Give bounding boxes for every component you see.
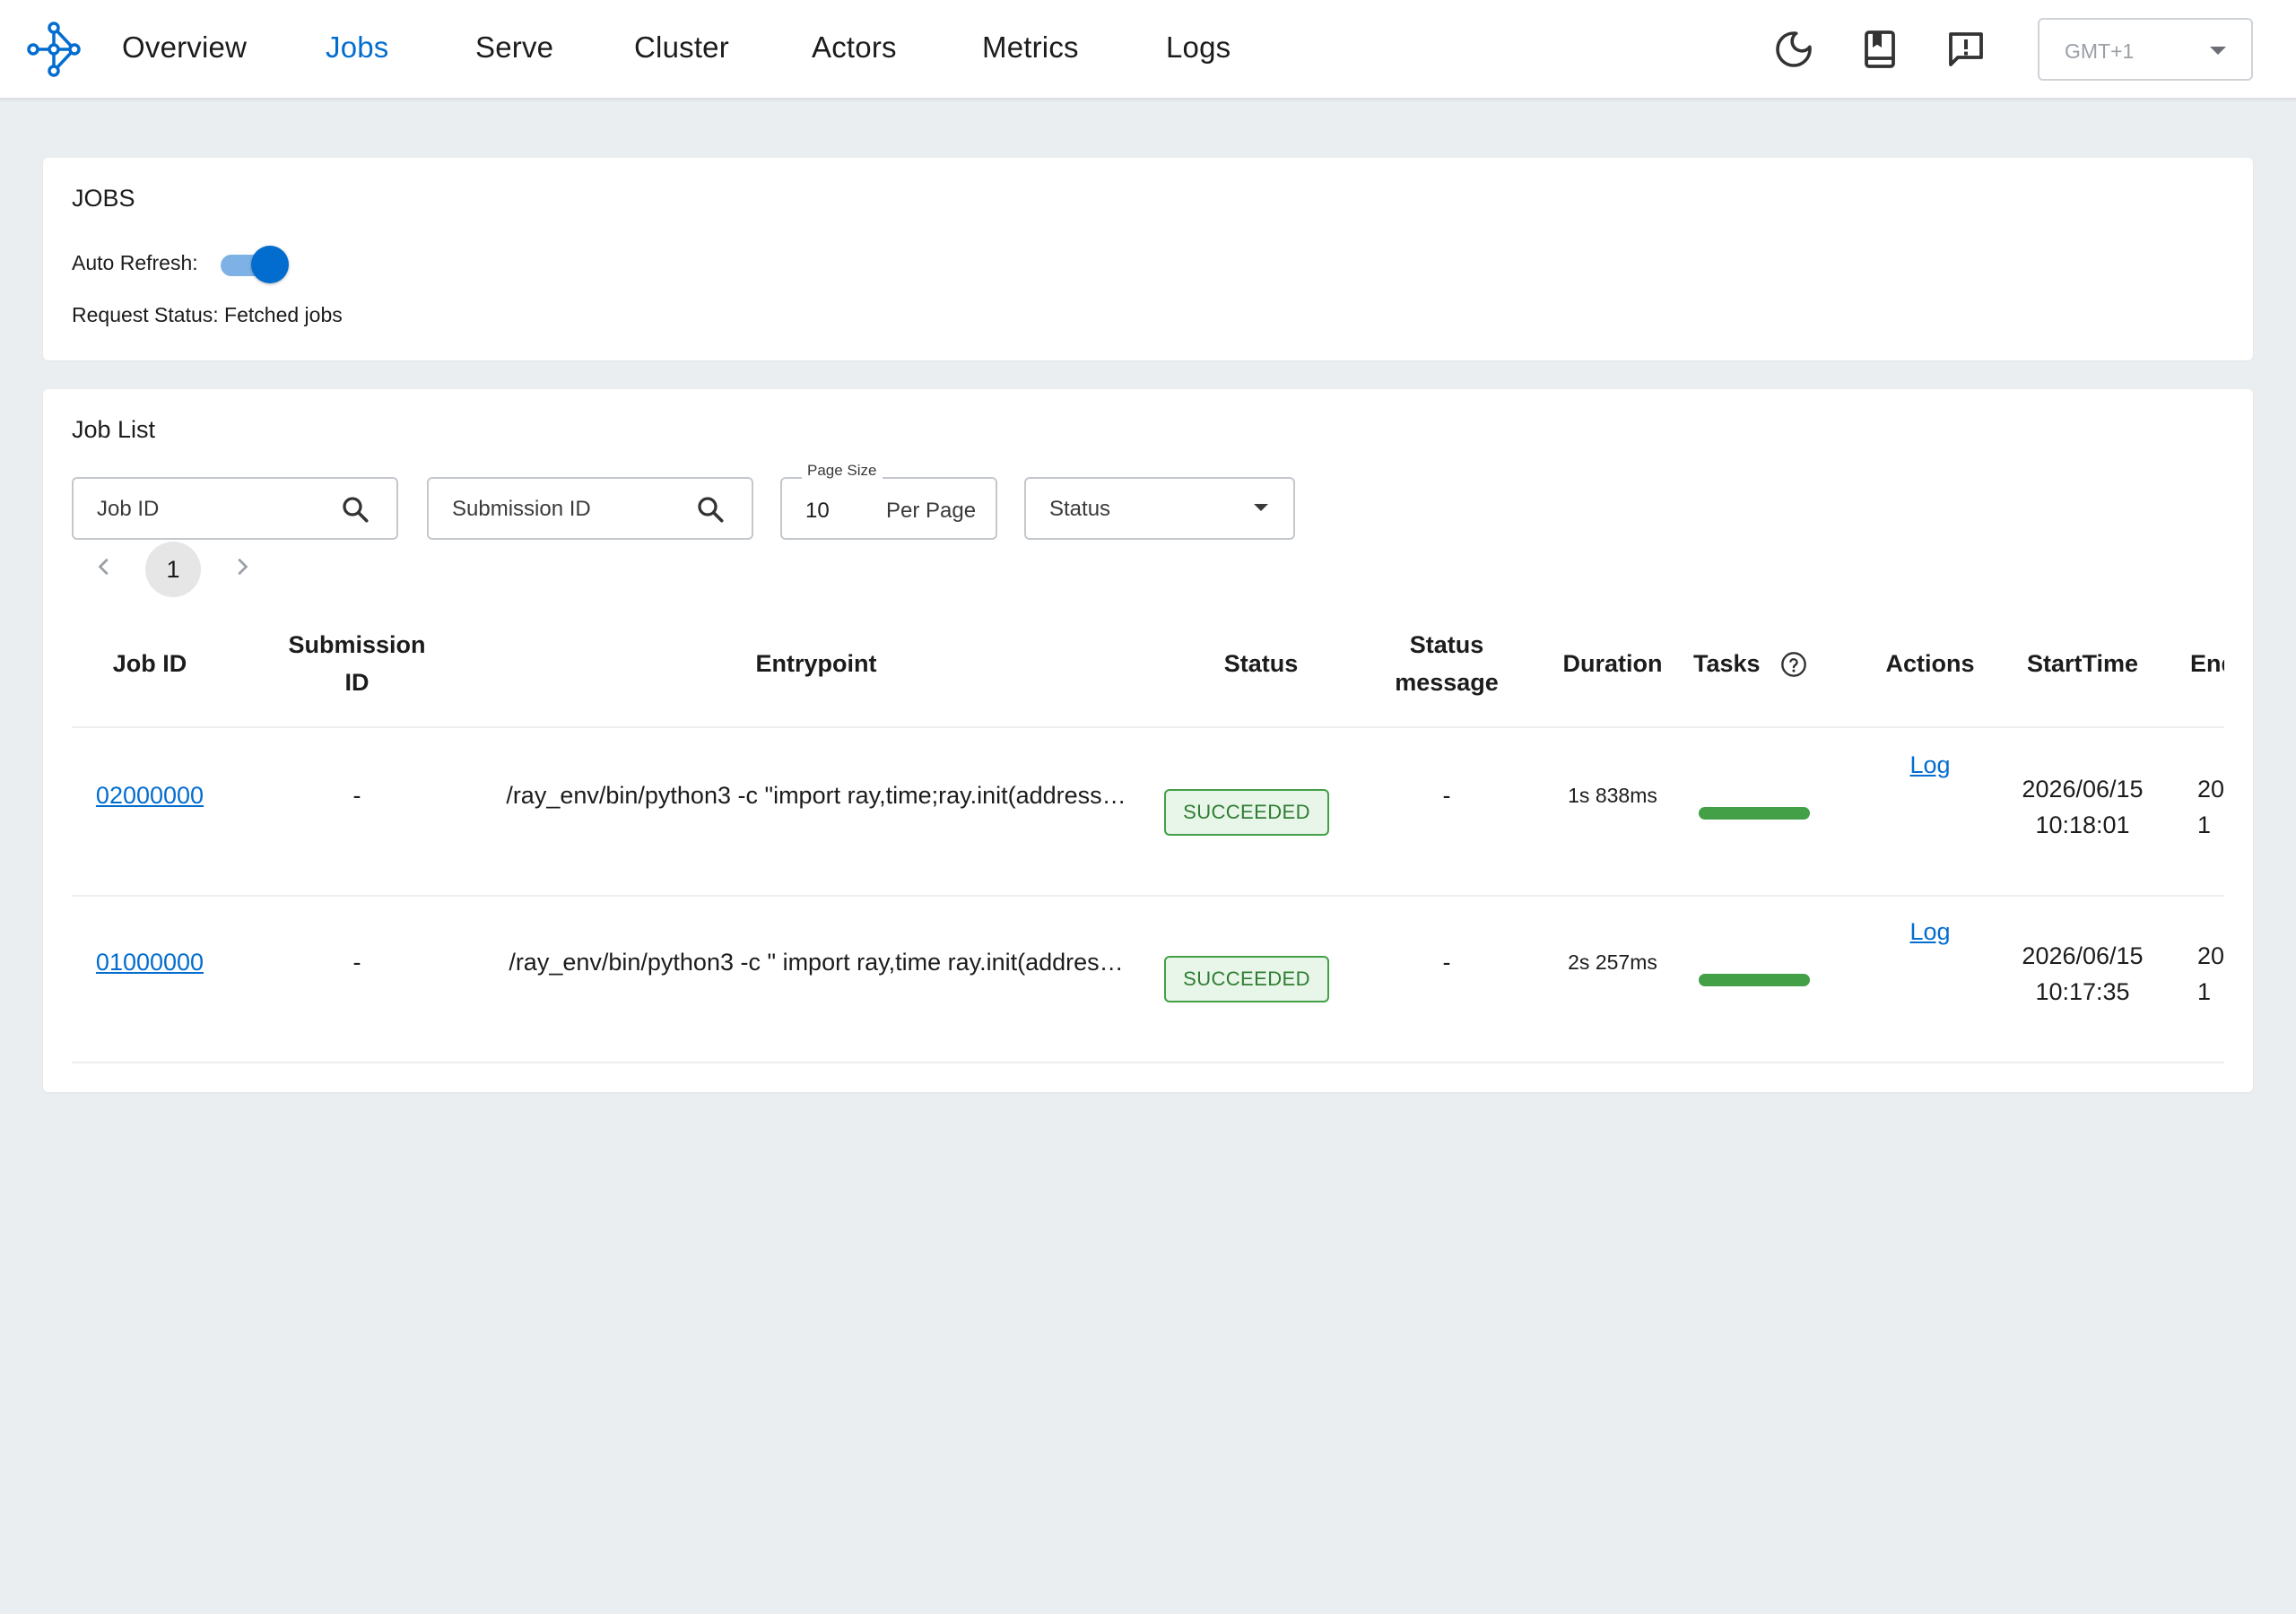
help-icon[interactable] bbox=[1779, 650, 1808, 679]
endtime-cell: 20 1 bbox=[2197, 776, 2224, 838]
row-divider bbox=[72, 895, 2224, 897]
auto-refresh-toggle[interactable] bbox=[221, 246, 289, 285]
nav-actors[interactable]: Actors bbox=[812, 30, 897, 65]
chevron-down-icon bbox=[2210, 47, 2226, 55]
status-message-cell: - bbox=[1442, 948, 1451, 976]
status-filter-placeholder: Status bbox=[1049, 497, 1111, 521]
status-badge: SUCCEEDED bbox=[1164, 789, 1329, 836]
page-button-current[interactable]: 1 bbox=[145, 542, 201, 597]
log-link[interactable]: Log bbox=[1876, 902, 1984, 961]
tasks-progress-bar bbox=[1699, 974, 1810, 986]
row-divider bbox=[72, 1062, 2224, 1063]
duration-cell: 1s 838ms bbox=[1568, 783, 1657, 807]
top-navbar: Overview Jobs Serve Cluster Actors Metri… bbox=[0, 0, 2296, 100]
jobs-card-title: JOBS bbox=[72, 185, 135, 212]
timezone-value: GMT+1 bbox=[2065, 39, 2135, 63]
job-id-link[interactable]: 01000000 bbox=[90, 933, 210, 992]
col-header-entrypoint[interactable]: Entrypoint bbox=[457, 603, 1175, 725]
search-icon[interactable] bbox=[694, 493, 726, 525]
col-header-duration[interactable]: Duration bbox=[1541, 603, 1684, 725]
nav-cluster[interactable]: Cluster bbox=[634, 30, 729, 65]
tasks-progress-bar bbox=[1699, 807, 1810, 820]
feedback-icon[interactable] bbox=[1944, 28, 1987, 71]
submission-id-cell: - bbox=[352, 781, 361, 809]
status-badge: SUCCEEDED bbox=[1164, 956, 1329, 1002]
starttime-cell: 2026/06/15 10:17:35 bbox=[2022, 942, 2144, 1005]
endtime-cell: 20 1 bbox=[2197, 942, 2224, 1005]
status-filter-select[interactable]: Status bbox=[1024, 477, 1295, 540]
entrypoint-cell: /ray_env/bin/python3 -c "import ray,time… bbox=[506, 781, 1126, 809]
starttime-cell: 2026/06/15 10:18:01 bbox=[2022, 776, 2144, 838]
submission-id-search-input[interactable]: Submission ID bbox=[427, 477, 753, 540]
nav-metrics[interactable]: Metrics bbox=[982, 30, 1079, 65]
nav-overview[interactable]: Overview bbox=[122, 30, 247, 65]
ray-logo-icon[interactable] bbox=[27, 22, 81, 77]
log-link[interactable]: Log bbox=[1876, 735, 1984, 794]
job-list-card: Job List Job ID Submission ID 10 Per Pag… bbox=[43, 389, 2253, 1092]
jobs-table: Job ID Submission ID Entrypoint Status St… bbox=[72, 603, 2224, 1069]
header-row-divider bbox=[72, 726, 2224, 728]
job-id-link[interactable]: 02000000 bbox=[90, 766, 210, 825]
auto-refresh-label: Auto Refresh: bbox=[72, 251, 198, 274]
jobs-card: JOBS Auto Refresh: Request Status: Fetch… bbox=[43, 158, 2253, 360]
page-size-input[interactable]: 10 Per Page bbox=[780, 477, 997, 540]
col-header-status[interactable]: Status bbox=[1171, 603, 1351, 725]
moon-icon[interactable] bbox=[1772, 28, 1815, 71]
search-icon[interactable] bbox=[339, 493, 371, 525]
submission-id-placeholder: Submission ID bbox=[452, 497, 591, 521]
job-list-title: Job List bbox=[72, 416, 156, 443]
nav-logs[interactable]: Logs bbox=[1166, 30, 1231, 65]
status-message-cell: - bbox=[1442, 781, 1451, 809]
col-header-submission-id[interactable]: Submission ID bbox=[267, 603, 447, 725]
job-id-placeholder: Job ID bbox=[97, 497, 160, 521]
prev-page-icon[interactable] bbox=[88, 551, 120, 583]
toggle-thumb bbox=[251, 246, 289, 283]
next-page-icon[interactable] bbox=[226, 551, 258, 583]
col-header-tasks[interactable]: Tasks bbox=[1693, 603, 1779, 725]
caret-down-icon bbox=[1254, 504, 1268, 511]
timezone-select[interactable]: GMT+1 bbox=[2038, 18, 2253, 81]
col-header-job-id[interactable]: Job ID bbox=[90, 603, 210, 725]
per-page-label: Per Page bbox=[886, 499, 977, 523]
book-icon[interactable] bbox=[1858, 28, 1901, 71]
duration-cell: 2s 257ms bbox=[1568, 950, 1657, 974]
page-size-label: Page Size bbox=[802, 462, 883, 480]
submission-id-cell: - bbox=[352, 948, 361, 976]
col-header-endtime[interactable]: EndTime bbox=[2190, 603, 2224, 725]
nav-serve[interactable]: Serve bbox=[475, 30, 553, 65]
col-header-status-message[interactable]: Status message bbox=[1370, 603, 1523, 725]
entrypoint-cell: /ray_env/bin/python3 -c " import ray,tim… bbox=[509, 948, 1124, 976]
col-header-actions[interactable]: Actions bbox=[1876, 603, 1984, 725]
page-size-value: 10 bbox=[805, 499, 830, 523]
request-status: Request Status: Fetched jobs bbox=[72, 303, 343, 326]
nav-jobs[interactable]: Jobs bbox=[326, 30, 389, 65]
job-id-search-input[interactable]: Job ID bbox=[72, 477, 398, 540]
col-header-starttime[interactable]: StartTime bbox=[1993, 603, 2172, 725]
